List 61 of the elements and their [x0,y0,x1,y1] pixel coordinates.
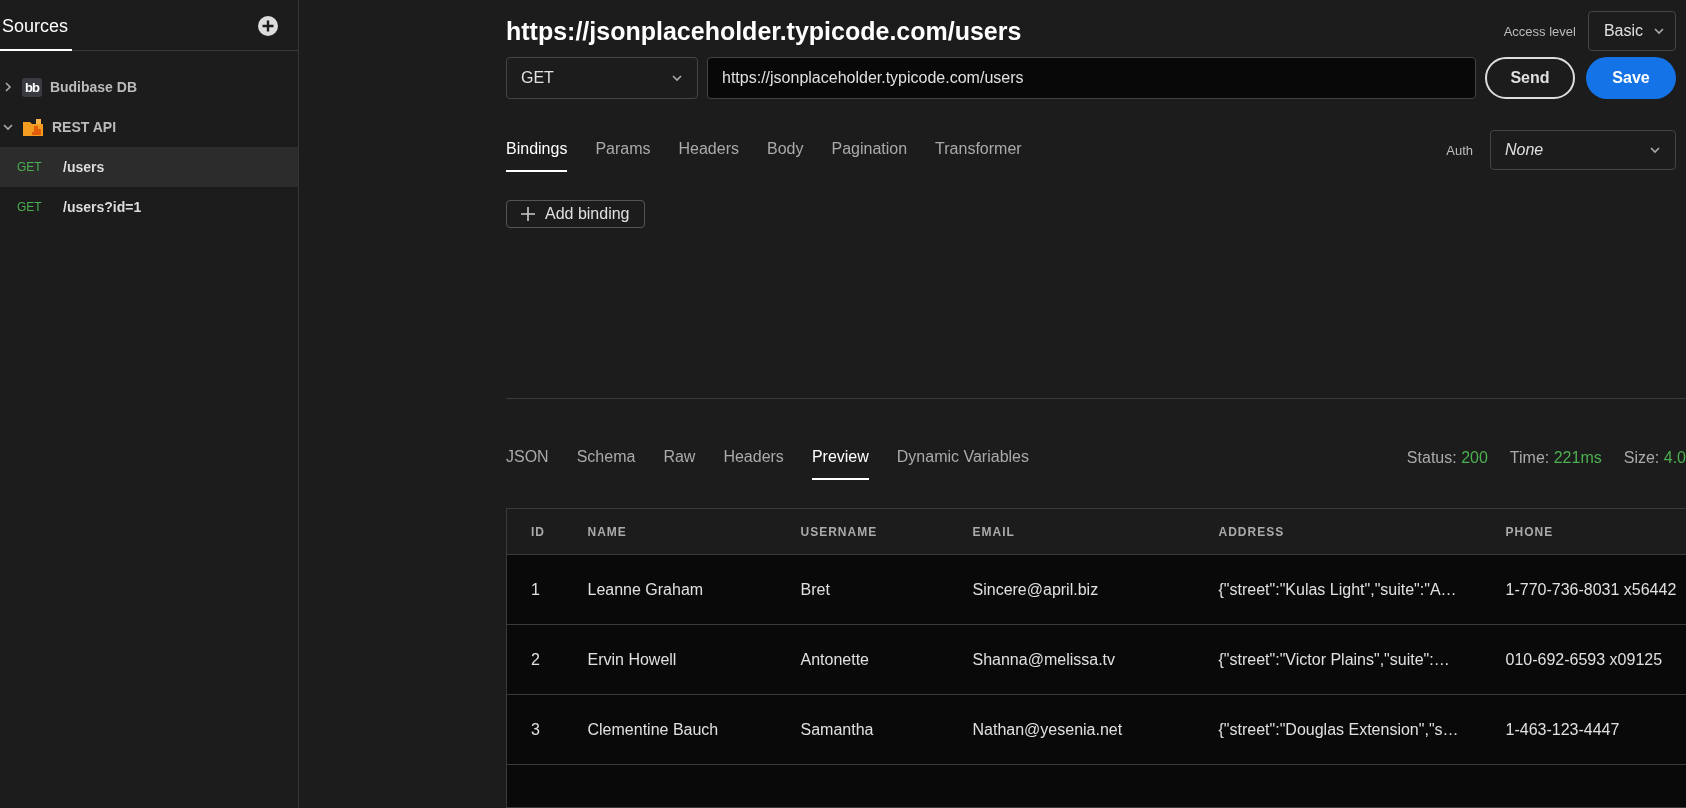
response-tab[interactable]: Schema [576,436,636,480]
request-tab[interactable]: Bindings [506,128,568,173]
chevron-down-icon [2,121,14,133]
table-cell: 2 [506,624,587,695]
request-tab[interactable]: Params [595,128,651,173]
request-tab[interactable]: Transformer [935,128,1022,173]
table-cell: Ervin Howell [586,624,800,695]
table-cell: {"street":"Victor Plains","suite":… [1217,624,1505,695]
table-cell: 1 [506,554,587,625]
table-cell: 010-692-6593 x09125 [1504,624,1686,695]
response-tab[interactable]: Dynamic Variables [896,436,1029,480]
response-tab[interactable]: Preview [811,436,869,480]
save-button[interactable]: Save [1586,57,1676,100]
table-cell: Shanna@melissa.tv [971,624,1218,695]
access-level-dropdown[interactable]: Basic [1587,11,1676,51]
request-tab[interactable]: Body [767,128,804,173]
column-header: ID [506,508,587,555]
url-field[interactable]: https://jsonplaceholder.typicode.com/users [707,57,1476,100]
source-item[interactable]: REST API [0,107,298,147]
table-cell: {"street":"Kulas Light","suite":"A… [1217,554,1505,625]
source-item[interactable]: bb Budibase DB [0,67,298,107]
plus-icon [521,207,535,221]
table-cell: Bret [799,554,972,625]
response-stat: Time: 221ms [1509,449,1602,467]
chevron-down-icon [1653,25,1665,37]
table-cell: Antonette [799,624,972,695]
add-binding-button[interactable]: Add binding [506,200,645,228]
column-header: PHONE [1504,508,1686,555]
column-header: NAME [586,508,800,555]
request-tab[interactable]: Pagination [831,128,908,173]
table-cell: Samantha [799,694,972,765]
column-header: ADDRESS [1217,508,1505,555]
table-cell: Clementine Bauch [586,694,800,765]
folder-puzzle-icon [22,117,44,137]
chevron-right-icon [2,81,14,93]
table-cell: Leanne Graham [586,554,800,625]
response-stat: Status: 200 [1406,449,1488,467]
auth-dropdown[interactable]: None [1490,130,1676,171]
request-tab[interactable]: Headers [678,128,739,173]
response-stat: Size: 4.0 [1623,449,1686,467]
table-cell: 1-463-123-4447 [1504,694,1686,765]
table-cell: 3 [506,694,587,765]
method-dropdown[interactable]: GET [506,57,698,100]
auth-label: Auth [1446,142,1473,158]
response-tab[interactable]: JSON [506,436,549,480]
response-tab[interactable]: Headers [723,436,784,480]
query-item[interactable]: GET /users?id=1 [0,187,298,227]
column-header: USERNAME [799,508,972,555]
table-cell: Sincere@april.biz [971,554,1218,625]
query-title: https://jsonplaceholder.typicode.com/users [506,16,1022,46]
column-header: EMAIL [971,508,1218,555]
table-cell: Nathan@yesenia.net [971,694,1218,765]
database-logo-icon: bb [22,77,42,97]
sources-tab[interactable]: Sources [0,16,73,51]
table-cell: 1-770-736-8031 x56442 [1504,554,1686,625]
query-item[interactable]: GET /users [0,147,298,187]
table-cell: {"street":"Douglas Extension","s… [1217,694,1505,765]
send-button[interactable]: Send [1485,57,1575,100]
response-tab[interactable]: Raw [663,436,696,480]
access-level-label: Access level [1503,23,1576,39]
add-icon[interactable] [258,16,278,36]
